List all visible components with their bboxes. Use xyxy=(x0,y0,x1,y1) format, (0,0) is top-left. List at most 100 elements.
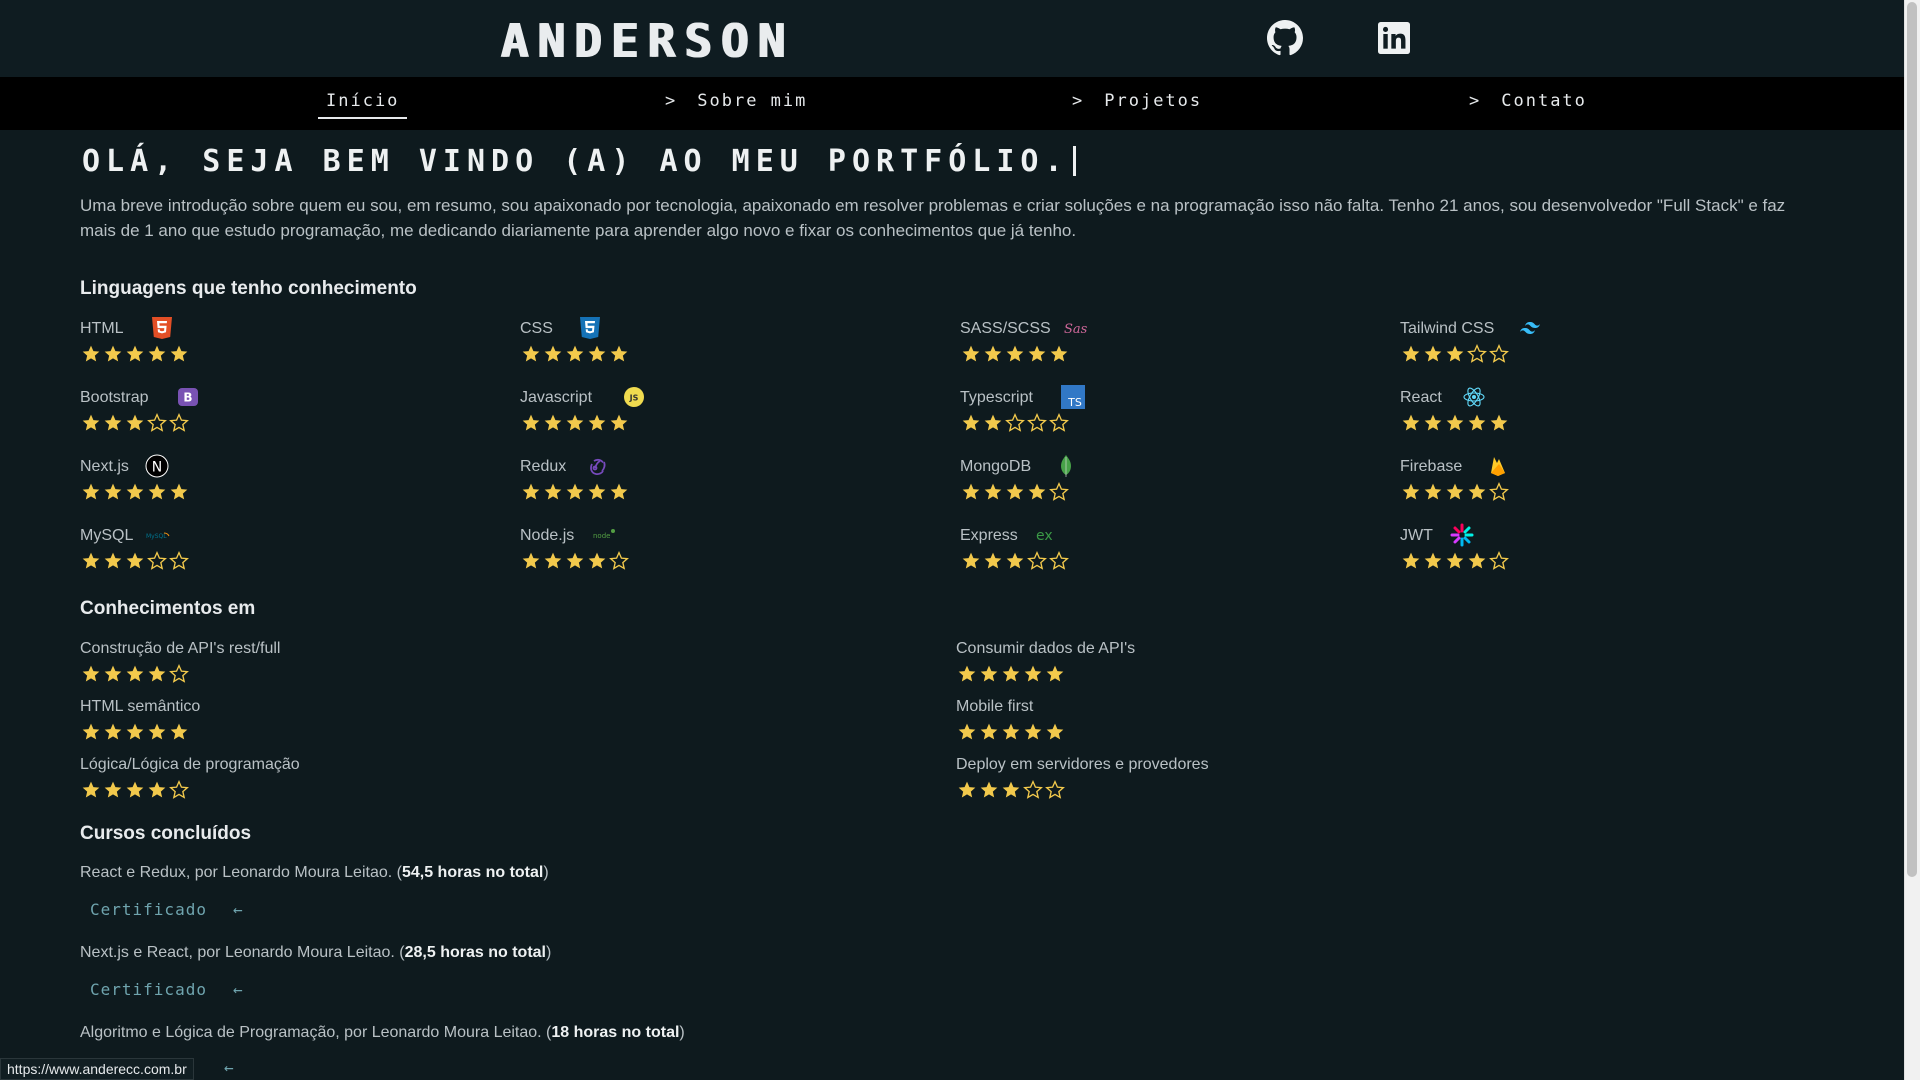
star-filled-icon xyxy=(170,483,188,500)
nav-item-inicio[interactable]: Início xyxy=(318,91,408,119)
svg-text:B: B xyxy=(183,391,192,405)
course-hours: 18 horas no total xyxy=(551,1024,680,1041)
skill-item: HTML xyxy=(80,317,500,380)
svg-text:TS: TS xyxy=(1067,396,1082,409)
star-filled-icon xyxy=(1402,552,1420,569)
nav-item-projetos[interactable]: > Projetos xyxy=(1072,91,1202,111)
svg-text:ex: ex xyxy=(1036,528,1053,544)
linkedin-icon[interactable] xyxy=(1378,22,1410,54)
star-filled-icon xyxy=(1446,345,1464,362)
star-rating xyxy=(956,780,1066,804)
knowledge-name: Deploy em servidores e provedores xyxy=(956,756,1209,773)
sass-icon: Sass xyxy=(1063,316,1094,340)
star-filled-icon xyxy=(82,345,100,362)
star-empty-icon xyxy=(1489,551,1509,570)
star-filled-icon xyxy=(126,552,144,569)
star-filled-icon xyxy=(544,414,562,431)
star-filled-icon xyxy=(1002,723,1020,740)
skill-name: SASS/SCSS xyxy=(960,320,1051,337)
star-filled-icon xyxy=(962,414,980,431)
star-filled-icon xyxy=(1402,414,1420,431)
star-filled-icon xyxy=(588,345,606,362)
star-empty-icon xyxy=(1005,413,1025,432)
star-filled-icon xyxy=(544,552,562,569)
star-filled-icon xyxy=(126,414,144,431)
star-filled-icon xyxy=(104,483,122,500)
svg-text:N: N xyxy=(152,460,162,476)
nav-label: Início xyxy=(326,91,400,111)
chevron-right-icon: > xyxy=(1072,91,1085,111)
knowledge-name: Mobile first xyxy=(956,698,1034,715)
html5-icon xyxy=(150,316,174,340)
star-rating xyxy=(960,413,1070,437)
star-filled-icon xyxy=(610,414,628,431)
skill-item: Tailwind CSS xyxy=(1400,320,1820,380)
star-rating xyxy=(1400,482,1510,506)
arrow-left-icon[interactable]: ← xyxy=(224,1058,234,1077)
star-filled-icon xyxy=(1468,414,1486,431)
nav-item-sobre-mim[interactable]: > Sobre mim xyxy=(665,91,807,111)
star-rating xyxy=(960,482,1070,506)
course-item: Algoritmo e Lógica de Programação, por L… xyxy=(80,1024,685,1042)
svg-text:node: node xyxy=(593,532,610,540)
page-scrollbar[interactable] xyxy=(1904,0,1920,1080)
skill-item: MongoDB xyxy=(960,455,1380,518)
star-filled-icon xyxy=(104,552,122,569)
skill-item: SASS/SCSS Sass xyxy=(960,320,1380,380)
skill-item: Firebase xyxy=(1400,457,1820,518)
star-rating xyxy=(520,482,630,506)
star-filled-icon xyxy=(126,781,144,798)
skill-item: Javascript JS xyxy=(520,387,940,449)
arrow-left-icon: ← xyxy=(232,900,244,919)
star-rating xyxy=(520,551,630,575)
star-filled-icon xyxy=(104,345,122,362)
star-filled-icon xyxy=(544,345,562,362)
skill-name: Bootstrap xyxy=(80,389,149,406)
star-filled-icon xyxy=(82,665,100,682)
star-empty-icon xyxy=(1023,780,1043,799)
star-filled-icon xyxy=(1424,552,1442,569)
star-filled-icon xyxy=(1028,483,1046,500)
course-text: Next.js e React, por Leonardo Moura Leit… xyxy=(80,944,405,961)
nextjs-icon: N xyxy=(145,454,169,478)
star-filled-icon xyxy=(980,723,998,740)
github-icon[interactable] xyxy=(1267,20,1303,56)
star-rating xyxy=(80,780,190,804)
course-item: React e Redux, por Leonardo Moura Leitao… xyxy=(80,864,549,882)
site-logo[interactable]: ANDERSON xyxy=(500,14,794,68)
star-rating xyxy=(960,344,1070,368)
star-filled-icon xyxy=(962,552,980,569)
star-filled-icon xyxy=(588,414,606,431)
redux-icon xyxy=(586,454,610,478)
svg-text:MySQL: MySQL xyxy=(146,533,167,540)
nav-item-contato[interactable]: > Contato xyxy=(1469,91,1587,111)
site-header: ANDERSON xyxy=(0,0,1904,77)
status-bar-url: https://www.anderecc.com.br xyxy=(0,1058,194,1080)
certificate-link[interactable]: Certificado ← xyxy=(90,980,244,999)
certificate-link[interactable]: Certificado ← xyxy=(90,900,244,919)
star-filled-icon xyxy=(522,345,540,362)
star-rating xyxy=(1400,344,1510,368)
skill-item: React xyxy=(1400,387,1820,449)
star-filled-icon xyxy=(958,665,976,682)
star-filled-icon xyxy=(148,483,166,500)
star-filled-icon xyxy=(1006,345,1024,362)
star-filled-icon xyxy=(544,483,562,500)
star-filled-icon xyxy=(82,483,100,500)
scrollbar-thumb[interactable] xyxy=(1907,2,1917,877)
star-empty-icon xyxy=(1045,780,1065,799)
star-filled-icon xyxy=(566,483,584,500)
star-rating xyxy=(1400,413,1510,437)
star-filled-icon xyxy=(1002,665,1020,682)
star-filled-icon xyxy=(1424,483,1442,500)
course-text: React e Redux, por Leonardo Moura Leitao… xyxy=(80,864,402,881)
course-close: ) xyxy=(543,864,549,881)
star-filled-icon xyxy=(1402,483,1420,500)
course-text: Algoritmo e Lógica de Programação, por L… xyxy=(80,1024,552,1041)
courses-title: Cursos concluídos xyxy=(80,823,252,844)
knowledge-item: HTML semântico xyxy=(80,698,780,748)
knowledge-item: Lógica/Lógica de programação xyxy=(80,756,780,806)
star-filled-icon xyxy=(1446,552,1464,569)
knowledge-item: Construção de API's rest/full xyxy=(80,640,780,690)
skill-name: Firebase xyxy=(1400,458,1463,475)
